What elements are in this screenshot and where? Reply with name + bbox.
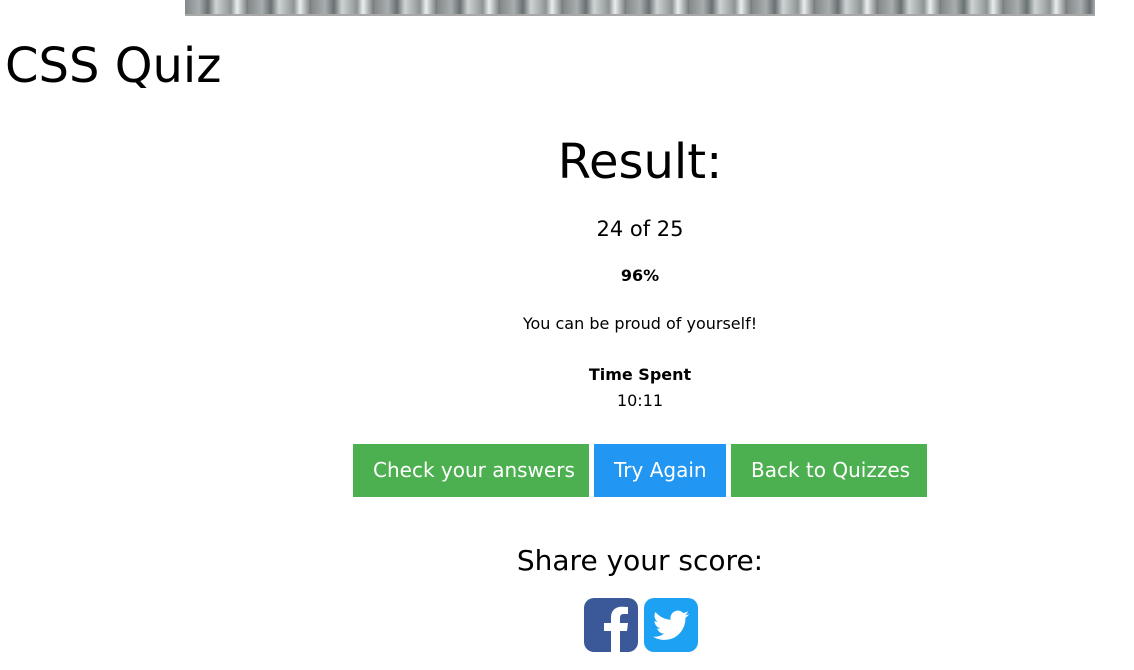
header-image [185,0,1095,16]
try-again-button[interactable]: Try Again [594,444,726,497]
share-score-heading: Share your score: [516,544,764,577]
score-text: 24 of 25 [596,217,684,241]
time-spent-value: 10:11 [616,391,664,410]
check-answers-button[interactable]: Check your answers [353,444,589,497]
result-heading: Result: [557,134,723,190]
score-percentage: 96% [620,266,660,285]
page-title: CSS Quiz [5,38,222,94]
twitter-icon [644,598,698,652]
back-to-quizzes-button[interactable]: Back to Quizzes [731,444,927,497]
facebook-icon [584,598,638,652]
share-buttons [584,598,698,652]
quiz-result-panel: Result: 24 of 25 96% You can be proud of… [0,126,1134,414]
facebook-share-button[interactable] [584,598,638,652]
twitter-share-button[interactable] [644,598,698,652]
time-spent-label: Time Spent [588,365,692,384]
result-message: You can be proud of yourself! [522,314,758,333]
result-actions: Check your answers Try Again Back to Qui… [353,444,927,497]
